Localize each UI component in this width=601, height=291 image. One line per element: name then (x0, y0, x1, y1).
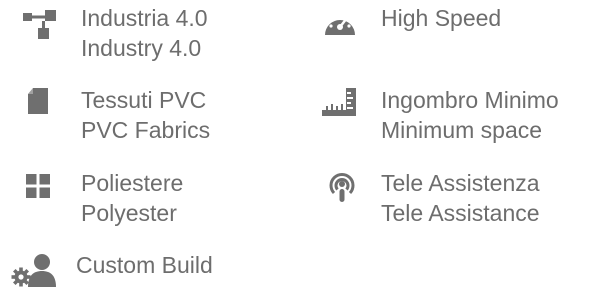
feature-label-en: Industry 4.0 (81, 35, 202, 61)
feature-label: Custom Build (76, 252, 213, 278)
feature-text: Custom Build (76, 250, 213, 280)
feature-label-en: Minimum space (381, 117, 543, 143)
feature-custom-build: Custom Build (0, 245, 300, 291)
feature-label-it: Tele Assistenza (381, 170, 540, 196)
feature-label-en: Polyester (81, 200, 177, 226)
feature-text: Industria 4.0 Industry 4.0 (81, 3, 208, 63)
feature-text: Tessuti PVC PVC Fabrics (81, 85, 210, 145)
feature-label-it: Tessuti PVC (81, 87, 207, 113)
feature-label: High Speed (381, 5, 502, 31)
feature-label-en: Tele Assistance (381, 200, 540, 226)
feature-pvc-fabrics: Tessuti PVC PVC Fabrics (0, 82, 300, 152)
speedometer-icon (322, 9, 358, 37)
feature-high-speed: High Speed (300, 0, 601, 70)
feature-text: High Speed (381, 3, 501, 33)
network-icon (23, 8, 59, 40)
feature-tele-assistance: Tele Assistenza Tele Assistance (300, 165, 601, 235)
feature-label-it: Ingombro Minimo (381, 87, 559, 113)
feature-polyester: Poliestere Polyester (0, 165, 300, 235)
ruler-corner-icon (322, 88, 358, 116)
fabric-sheet-icon (27, 88, 49, 114)
podcast-antenna-icon (328, 172, 356, 204)
feature-label-en: PVC Fabrics (81, 117, 211, 143)
feature-label-it: Poliestere (81, 170, 184, 196)
feature-industry-4: Industria 4.0 Industry 4.0 (0, 0, 300, 70)
feature-text: Tele Assistenza Tele Assistance (381, 168, 540, 228)
feature-minimum-space: Ingombro Minimo Minimum space (300, 82, 601, 152)
grid-tiles-icon (26, 174, 50, 198)
user-gear-icon (10, 253, 60, 287)
feature-text: Poliestere Polyester (81, 168, 183, 228)
feature-text: Ingombro Minimo Minimum space (381, 85, 559, 145)
feature-label-it: Industria 4.0 (81, 5, 208, 31)
